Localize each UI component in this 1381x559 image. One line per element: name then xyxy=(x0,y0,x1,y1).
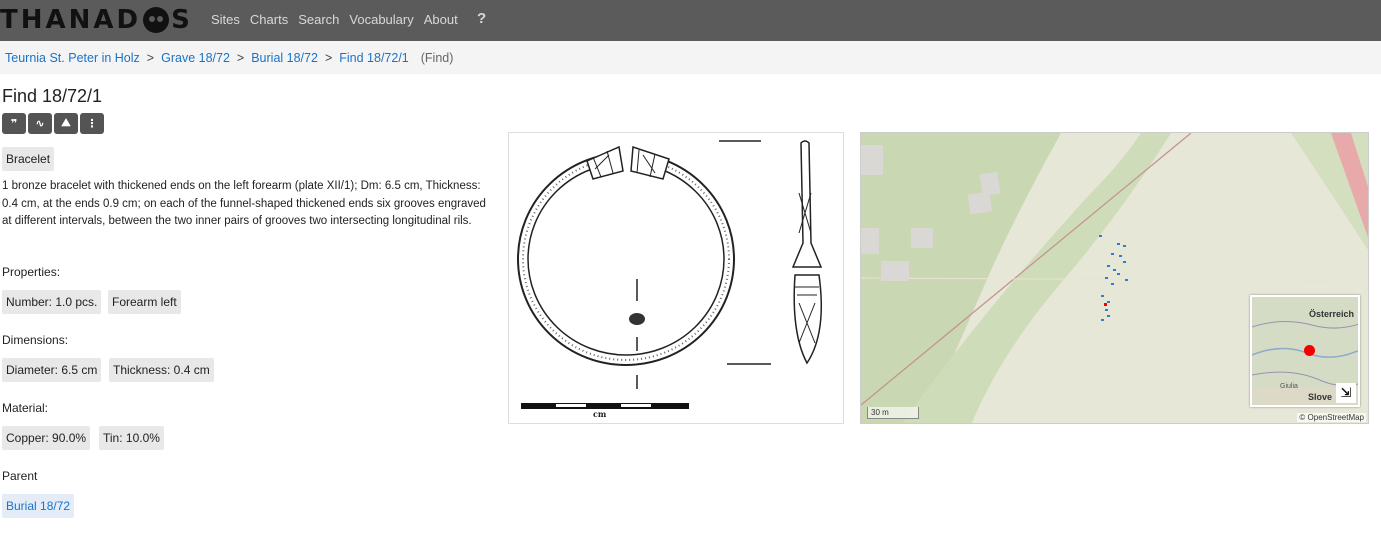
overview-minimap[interactable]: Österreich Giulia Slove ⇲ xyxy=(1250,295,1360,407)
chart-icon[interactable]: ∿ xyxy=(28,113,52,134)
type-badge: Bracelet xyxy=(2,147,55,171)
material-copper: Copper: 90.0% xyxy=(2,426,91,450)
breadcrumb-burial[interactable]: Burial 18/72 xyxy=(251,51,318,65)
map-attribution[interactable]: © OpenStreetMap xyxy=(1297,413,1366,422)
more-icon[interactable]: ⋮ xyxy=(80,113,104,134)
help-icon[interactable]: ? xyxy=(477,10,486,27)
breadcrumb-site[interactable]: Teurnia St. Peter in Holz xyxy=(5,51,140,65)
map-scale: 30 m xyxy=(867,407,919,419)
expand-icon[interactable]: ⇲ xyxy=(1336,383,1356,403)
minimap-town: Giulia xyxy=(1280,383,1298,390)
quote-icon[interactable]: ❞ xyxy=(2,113,26,134)
parent-burial-link[interactable]: Burial 18/72 xyxy=(2,494,75,518)
property-position: Forearm left xyxy=(108,290,181,314)
breadcrumb-entity-type: (Find) xyxy=(420,50,454,65)
dimension-thickness: Thickness: 0.4 cm xyxy=(109,358,214,382)
nav-vocabulary[interactable]: Vocabulary xyxy=(349,12,413,27)
minimap-country-top: Österreich xyxy=(1308,309,1354,319)
minimap-country-bottom: Slove xyxy=(1307,392,1332,402)
skull-icon xyxy=(143,7,170,33)
page-title: Find 18/72/1 xyxy=(2,86,103,106)
properties-label: Properties: xyxy=(2,265,61,279)
find-description: 1 bronze bracelet with thickened ends on… xyxy=(2,180,486,227)
material-label: Material: xyxy=(2,401,49,415)
material-tin: Tin: 10.0% xyxy=(99,426,164,450)
thanados-logo[interactable]: THANAD S xyxy=(0,5,193,35)
breadcrumb-separator: > xyxy=(324,50,333,65)
breadcrumb-separator: > xyxy=(236,50,245,65)
parent-label: Parent xyxy=(2,469,38,483)
nav-search[interactable]: Search xyxy=(298,12,339,27)
property-number: Number: 1.0 pcs. xyxy=(2,290,102,314)
nav-sites[interactable]: Sites xyxy=(211,12,240,27)
bracelet-drawing xyxy=(517,140,823,409)
drawing-scale-unit: cm xyxy=(593,409,607,419)
dimensions-label: Dimensions: xyxy=(2,333,69,347)
main-nav: Sites Charts Search Vocabulary About xyxy=(211,12,468,27)
dimension-diameter: Diameter: 6.5 cm xyxy=(2,358,102,382)
breadcrumb-grave[interactable]: Grave 18/72 xyxy=(161,51,230,65)
navbar: THANAD S Sites Charts Search Vocabulary A… xyxy=(0,0,1381,41)
location-marker xyxy=(1304,345,1315,356)
find-location-map[interactable]: Österreich Giulia Slove ⇲ 30 m © OpenStr… xyxy=(860,132,1369,424)
map-icon[interactable]: ⛰ xyxy=(54,113,78,134)
find-drawing-image[interactable]: cm xyxy=(508,132,844,424)
nav-about[interactable]: About xyxy=(424,12,458,27)
breadcrumb-separator: > xyxy=(146,50,155,65)
nav-charts[interactable]: Charts xyxy=(250,12,288,27)
entity-toolbar: ❞ ∿ ⛰ ⋮ xyxy=(2,113,104,134)
logo-text-left: THANAD xyxy=(0,5,142,35)
breadcrumb-find[interactable]: Find 18/72/1 xyxy=(339,51,409,65)
breadcrumb: Teurnia St. Peter in Holz > Grave 18/72 … xyxy=(0,41,1381,74)
logo-text-right: S xyxy=(171,5,193,35)
